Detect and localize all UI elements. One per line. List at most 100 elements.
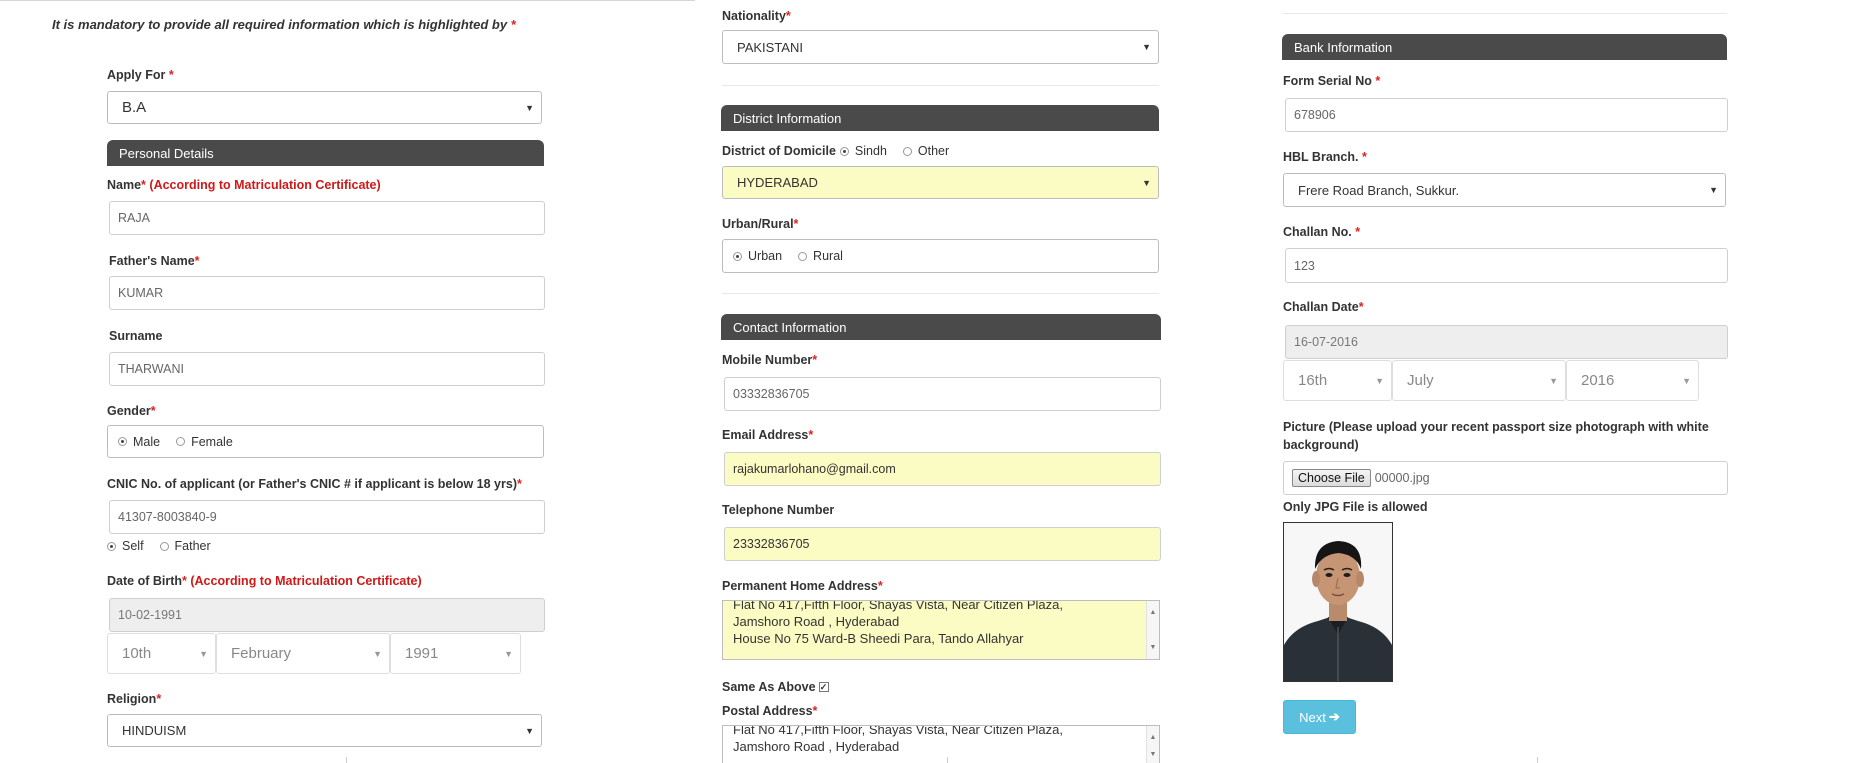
- urban-option[interactable]: Urban: [733, 249, 782, 263]
- section-divider: [1283, 13, 1727, 14]
- section-divider: [722, 293, 1159, 294]
- apply-for-select[interactable]: B.A ▼: [107, 91, 542, 124]
- jpg-only-note: Only JPG File is allowed: [1283, 500, 1428, 514]
- mandatory-notice: It is mandatory to provide all required …: [52, 17, 516, 32]
- challan-day-select[interactable]: 16th ▼: [1283, 360, 1392, 401]
- chevron-down-icon: ▼: [525, 725, 534, 736]
- father-name-field[interactable]: KUMAR: [109, 276, 545, 310]
- domicile-sindh-option[interactable]: Sindh: [839, 144, 887, 158]
- next-button[interactable]: Next ➔: [1283, 700, 1356, 734]
- same-as-above-label: Same As Above ✓: [722, 680, 829, 694]
- scroll-down-icon[interactable]: ▼: [1150, 639, 1157, 656]
- religion-label: Religion*: [107, 692, 162, 706]
- scroll-up-icon[interactable]: ▲: [1150, 604, 1157, 621]
- gender-female-option[interactable]: Female: [176, 435, 233, 449]
- surname-field[interactable]: THARWANI: [109, 352, 545, 386]
- chevron-down-icon: ▼: [1549, 375, 1558, 386]
- chevron-down-icon: ▼: [1142, 177, 1151, 188]
- dob-note: (According to Matriculation Certificate): [190, 574, 422, 588]
- choose-file-button[interactable]: Choose File: [1292, 469, 1371, 487]
- telephone-field[interactable]: 23332836705: [724, 527, 1161, 561]
- address-line: House No 75 Ward-B Sheedi Para, Tando Al…: [733, 631, 1024, 646]
- chevron-down-icon: ▼: [199, 648, 208, 659]
- permanent-address-label: Permanent Home Address*: [722, 579, 883, 593]
- postal-address-textarea[interactable]: Flat No 417,Fifth Floor, Shayas Vista, N…: [722, 725, 1160, 763]
- surname-label: Surname: [109, 329, 163, 343]
- gender-radio-group: Male Female: [107, 425, 544, 458]
- cnic-father-option[interactable]: Father: [159, 539, 211, 553]
- applicant-photo: [1283, 522, 1393, 682]
- apply-for-label: Apply For *: [107, 68, 174, 82]
- name-note: (According to Matriculation Certificate): [149, 178, 381, 192]
- dob-day-select[interactable]: 10th ▼: [107, 633, 216, 674]
- address-line: Flat No 417,Fifth Floor, Shayas Vista, N…: [733, 725, 1063, 737]
- scroll-down-icon[interactable]: ▼: [1150, 746, 1157, 763]
- address-line: Flat No 417,Fifth Floor, Shayas Vista, N…: [733, 600, 1063, 612]
- top-divider: [0, 0, 695, 1]
- challan-month-select[interactable]: July ▼: [1392, 360, 1566, 401]
- column-tick: [346, 757, 347, 763]
- father-name-label: Father's Name*: [109, 254, 200, 268]
- postal-address-label: Postal Address*: [722, 704, 818, 718]
- required-star: *: [510, 17, 516, 32]
- cnic-field[interactable]: 41307-8003840-9: [109, 500, 545, 534]
- telephone-label: Telephone Number: [722, 503, 835, 517]
- same-as-above-checkbox[interactable]: ✓: [818, 682, 829, 692]
- chevron-down-icon: ▼: [1375, 375, 1384, 386]
- name-field[interactable]: RAJA: [109, 201, 545, 235]
- dob-field: 10-02-1991: [109, 598, 545, 632]
- urban-rural-radio-group: Urban Rural: [722, 239, 1159, 273]
- challan-date-field: 16-07-2016: [1285, 325, 1728, 359]
- arrow-right-icon: ➔: [1328, 709, 1340, 724]
- rural-option[interactable]: Rural: [798, 249, 843, 263]
- challan-no-label: Challan No. *: [1283, 225, 1361, 239]
- mobile-field[interactable]: 03332836705: [724, 377, 1161, 411]
- gender-male-option[interactable]: Male: [118, 435, 160, 449]
- domicile-other-option[interactable]: Other: [902, 144, 949, 158]
- address-line: Jamshoro Road , Hyderabad: [733, 739, 900, 754]
- dob-month-select[interactable]: February ▼: [216, 633, 390, 674]
- name-label: Name* (According to Matriculation Certif…: [107, 178, 381, 192]
- gender-label: Gender*: [107, 404, 156, 418]
- section-divider: [722, 85, 1159, 86]
- picture-file-input[interactable]: Choose File 00000.jpg: [1283, 461, 1728, 495]
- chevron-down-icon: ▼: [1142, 42, 1151, 52]
- cnic-label: CNIC No. of applicant (or Father's CNIC …: [107, 477, 522, 491]
- challan-year-select[interactable]: 2016 ▼: [1566, 360, 1699, 401]
- column-tick: [947, 757, 948, 763]
- dob-label: Date of Birth* (According to Matriculati…: [107, 574, 422, 588]
- contact-info-header: Contact Information: [721, 314, 1161, 340]
- chevron-down-icon: ▼: [1709, 185, 1718, 195]
- form-serial-field[interactable]: 678906: [1285, 98, 1728, 132]
- email-label: Email Address*: [722, 428, 814, 442]
- urban-rural-label: Urban/Rural*: [722, 217, 799, 231]
- chevron-down-icon: ▼: [525, 102, 534, 113]
- picture-label: Picture (Please upload your recent passp…: [1283, 420, 1709, 452]
- personal-details-header: Personal Details: [107, 140, 544, 166]
- form-serial-label: Form Serial No *: [1283, 74, 1381, 88]
- textarea-scrollbar[interactable]: ▲ ▼: [1146, 601, 1159, 659]
- hbl-branch-label: HBL Branch. *: [1283, 150, 1367, 164]
- religion-select[interactable]: HINDUISM ▼: [107, 714, 542, 747]
- cnic-owner-radio-group: Self Father: [107, 539, 227, 553]
- mandatory-notice-text: It is mandatory to provide all required …: [52, 17, 508, 32]
- email-field[interactable]: rajakumarlohano@gmail.com: [724, 452, 1161, 486]
- column-tick: [1537, 757, 1538, 763]
- address-line: Jamshoro Road , Hyderabad: [733, 614, 900, 629]
- chevron-down-icon: ▼: [504, 648, 513, 659]
- nationality-label: Nationality*: [722, 9, 791, 23]
- district-info-header: District Information: [721, 105, 1159, 131]
- nationality-select[interactable]: PAKISTANI ▼: [722, 30, 1159, 64]
- domicile-district-select[interactable]: HYDERABAD ▼: [722, 166, 1159, 199]
- chevron-down-icon: ▼: [1682, 375, 1691, 386]
- challan-no-field[interactable]: 123: [1285, 248, 1728, 283]
- chevron-down-icon: ▼: [373, 648, 382, 659]
- mobile-label: Mobile Number*: [722, 353, 818, 367]
- bank-info-header: Bank Information: [1282, 34, 1727, 60]
- hbl-branch-select[interactable]: Frere Road Branch, Sukkur. ▼: [1283, 173, 1726, 207]
- textarea-scrollbar[interactable]: ▲ ▼: [1146, 726, 1159, 763]
- permanent-address-textarea[interactable]: Flat No 417,Fifth Floor, Shayas Vista, N…: [722, 600, 1160, 660]
- cnic-self-option[interactable]: Self: [107, 539, 144, 553]
- scroll-up-icon[interactable]: ▲: [1150, 729, 1157, 746]
- dob-year-select[interactable]: 1991 ▼: [390, 633, 521, 674]
